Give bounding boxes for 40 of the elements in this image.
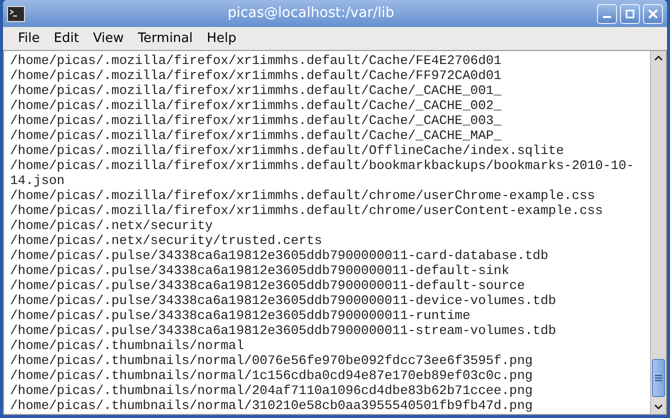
terminal-line: /home/picas/.thumbnails/normal [10, 338, 246, 353]
terminal-line: /home/picas/.mozilla/firefox/xr1immhs.default/Cache/FE4E2706d01 [10, 53, 502, 68]
menu-item[interactable]: File [12, 28, 46, 48]
terminal-line: /home/picas/.netx/security [10, 218, 214, 233]
terminal-line: 14.json [10, 173, 66, 188]
terminal-line: /home/picas/.pulse/34338ca6a19812e3605ddb7900000011-card-database.tdb [10, 248, 550, 263]
terminal-line: /home/picas/.pulse/34338ca6a19812e3605ddb7900000011-device-volumes.tdb [10, 293, 558, 308]
terminal-line: /home/picas/.mozilla/firefox/xr1immhs.default/OfflineCache/index.sqlite [10, 143, 565, 158]
terminal-line: /home/picas/.pulse/34338ca6a19812e3605ddb7900000011-default-source [10, 278, 526, 293]
terminal-line: /home/picas/.pulse/34338ca6a19812e3605ddb7900000011-default-sink [10, 263, 510, 278]
terminal-line: /home/picas/.mozilla/firefox/xr1immhs.default/Cache/_CACHE_002_ [10, 98, 502, 113]
close-icon [648, 8, 658, 18]
terminal-line: /home/picas/.mozilla/firefox/xr1immhs.default/chrome/userContent-example.css [10, 203, 604, 218]
window-title: picas@localhost:/var/lib [228, 4, 394, 23]
terminal-line: /home/picas/.pulse/34338ca6a19812e3605ddb7900000011-runtime [10, 308, 472, 323]
menu-item[interactable]: Help [200, 28, 242, 48]
terminal-line: /home/picas/.netx/security/trusted.certs [10, 233, 324, 248]
menu-item[interactable]: View [86, 28, 130, 48]
scrollbar[interactable] [650, 51, 666, 414]
terminal-line: /home/picas/.thumbnails/normal/204af7110a1096cd4dbe83b62b71ccee.png [10, 383, 534, 398]
menu-item[interactable]: Terminal [132, 28, 199, 48]
close-button[interactable] [643, 4, 663, 24]
terminal-line: /home/picas/.mozilla/firefox/xr1immhs.default/Cache/FF972CA0d01 [10, 68, 502, 83]
terminal-line: /home/picas/.pulse/34338ca6a19812e3605ddb7900000011-stream-volumes.tdb [10, 323, 558, 338]
minimize-icon [603, 16, 611, 18]
terminal-line: /home/picas/.mozilla/firefox/xr1immhs.default/bookmarkbackups/bookmarks-2010-10- [10, 158, 636, 173]
terminal-line: /home/picas/.mozilla/firefox/xr1immhs.default/Cache/_CACHE_MAP_ [10, 128, 502, 143]
menu-item[interactable]: Edit [48, 28, 85, 48]
maximize-button[interactable] [620, 4, 640, 24]
terminal-line: /home/picas/.thumbnails/normal/310210e58cb0aa3955540501fb9fb47d.png [10, 398, 534, 413]
terminal-line: /home/picas/.mozilla/firefox/xr1immhs.default/Cache/_CACHE_001_ [10, 83, 502, 98]
grip-icon [655, 375, 662, 381]
terminal-line: /home/picas/.thumbnails/normal/1c156cdba0cd94e87e170eb89ef03c0c.png [10, 368, 534, 383]
maximize-icon [625, 8, 635, 18]
minimize-button[interactable] [597, 4, 617, 24]
terminal-line: /home/picas/.thumbnails/normal/0076e56fe970be092fdcc73ee6f3595f.png [10, 353, 534, 368]
terminal-icon [7, 6, 25, 22]
terminal-line: /home/picas/.mozilla/firefox/xr1immhs.default/chrome/userChrome-example.css [10, 188, 596, 203]
terminal-line: /home/picas/.mozilla/firefox/xr1immhs.default/Cache/_CACHE_003_ [10, 113, 502, 128]
scroll-thumb[interactable] [652, 359, 665, 397]
